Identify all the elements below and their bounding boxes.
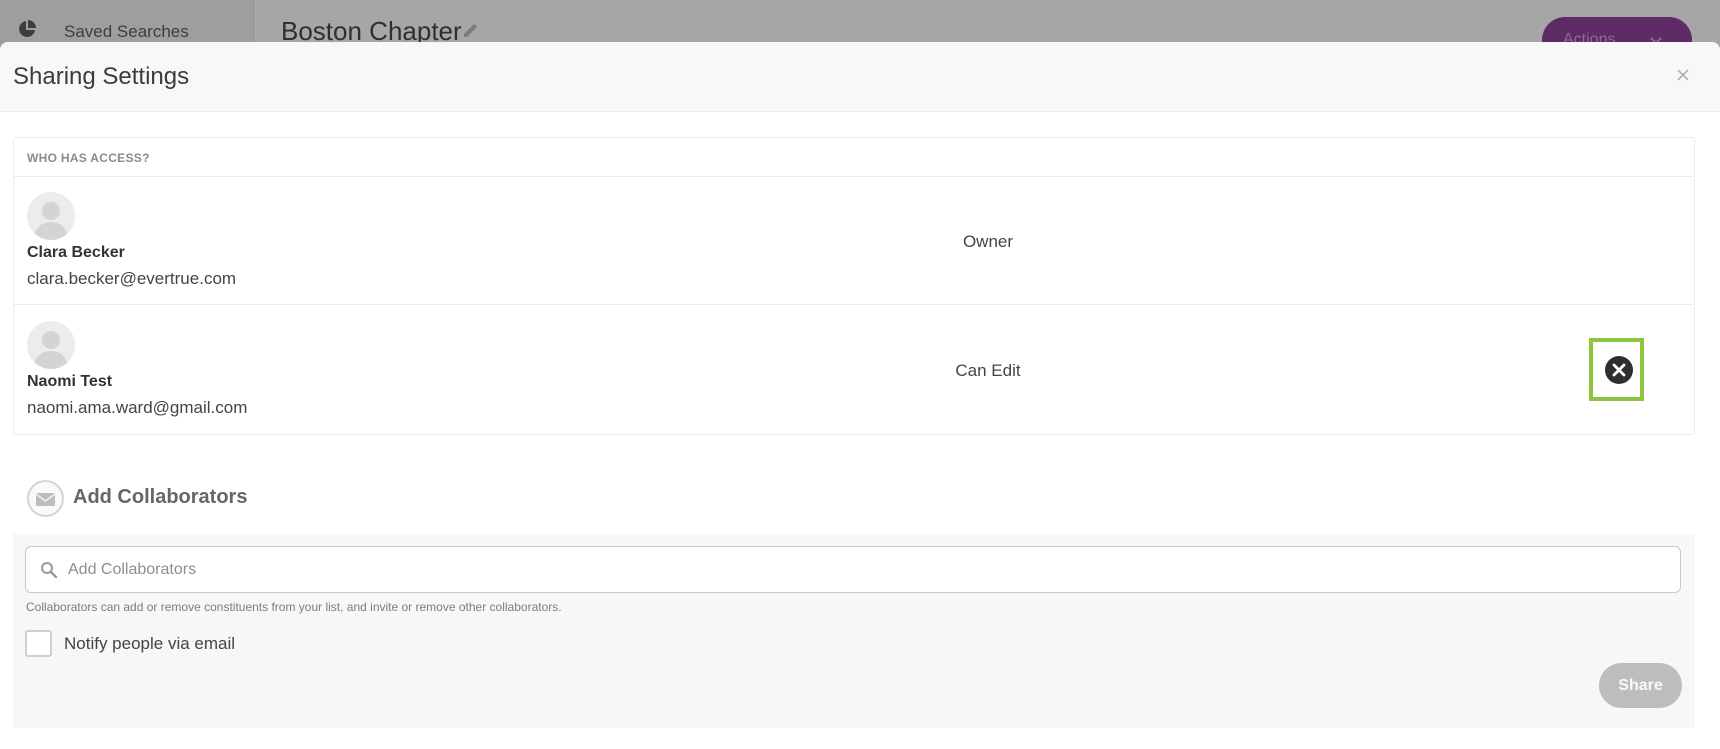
- sharing-settings-modal: Sharing Settings WHO HAS ACCESS? Clara B…: [0, 42, 1720, 749]
- collaborator-search-input[interactable]: [68, 557, 1648, 583]
- add-collaborators-heading: Add Collaborators: [73, 486, 248, 508]
- permission-label[interactable]: Can Edit: [874, 361, 1102, 381]
- remove-circle-icon: [1612, 363, 1626, 377]
- access-list: WHO HAS ACCESS? Clara Becker clara.becke…: [13, 137, 1695, 435]
- notify-checkbox[interactable]: [25, 630, 52, 657]
- modal-header: Sharing Settings: [0, 42, 1720, 112]
- access-row: Naomi Test naomi.ama.ward@gmail.com Can …: [14, 306, 1694, 434]
- collaborator-name: Naomi Test: [27, 373, 113, 390]
- collaborator-email: naomi.ama.ward@gmail.com: [27, 398, 248, 417]
- envelope-icon: [27, 480, 64, 517]
- close-icon[interactable]: [1672, 64, 1694, 86]
- avatar-placeholder-icon: [27, 192, 75, 240]
- access-row: Clara Becker clara.becker@evertrue.com O…: [14, 177, 1694, 305]
- pencil-icon[interactable]: [461, 20, 481, 40]
- add-collaborators-panel: Collaborators can add or remove constitu…: [13, 534, 1695, 728]
- notify-label[interactable]: Notify people via email: [64, 634, 235, 654]
- access-list-header: WHO HAS ACCESS?: [14, 138, 1694, 177]
- saved-searches-link[interactable]: Saved Searches: [64, 22, 189, 42]
- modal-title: Sharing Settings: [13, 63, 190, 90]
- pie-chart-icon: [19, 20, 36, 37]
- collaborators-help-text: Collaborators can add or remove constitu…: [26, 600, 562, 614]
- share-button[interactable]: Share: [1599, 663, 1682, 708]
- collaborator-email: clara.becker@evertrue.com: [27, 269, 237, 288]
- avatar-placeholder-icon: [27, 321, 75, 369]
- collaborator-search-field[interactable]: [25, 546, 1681, 593]
- permission-label: Owner: [962, 232, 1014, 251]
- remove-collaborator-highlight: [1589, 338, 1644, 401]
- search-icon: [41, 562, 58, 579]
- access-heading: WHO HAS ACCESS?: [27, 151, 150, 165]
- collaborator-name: Clara Becker: [27, 244, 125, 261]
- remove-collaborator-button[interactable]: [1605, 356, 1633, 384]
